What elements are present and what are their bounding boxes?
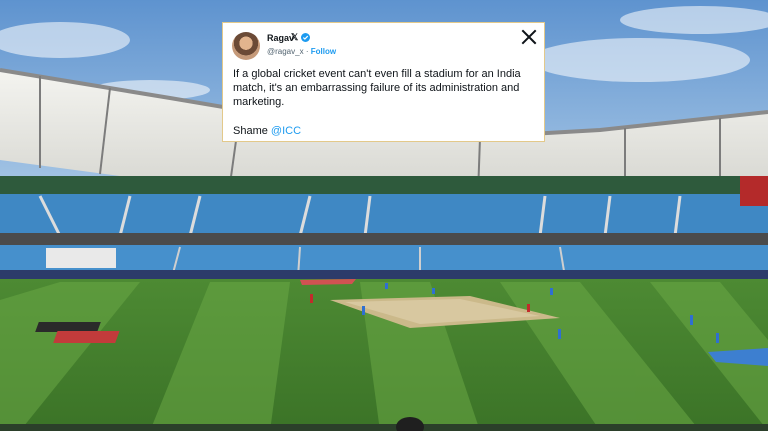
foreground-railing [0,424,768,431]
handle-row: @ragav_x · Follow [267,47,336,56]
boundary-boards [0,270,768,279]
grass-logo-dark [35,322,101,332]
tweet-body: If a global cricket event can't even fil… [233,68,521,108]
lower-stand-white-block [46,248,116,268]
shame-word: Shame [233,125,271,137]
stand-divider [0,233,768,247]
right-sight-screen [740,176,768,206]
grass-logo-red [53,331,120,343]
tweet-card: Ragav 𝕏 @ragav_x · Follow If a global cr… [222,22,545,142]
tweet-shame-line: Shame @ICC [233,124,301,138]
user-handle[interactable]: @ragav_x [267,47,304,56]
display-name[interactable]: Ragav [267,33,294,43]
x-premium-badge: 𝕏 [291,32,299,42]
verified-badge-icon [301,33,310,42]
x-logo-icon[interactable] [521,29,537,45]
avatar[interactable] [232,32,260,60]
follow-link[interactable]: Follow [311,47,336,56]
handle-separator: · [305,47,309,56]
upper-fascia [0,176,768,196]
icc-mention-link[interactable]: @ICC [271,125,301,137]
upper-stand [0,194,768,236]
